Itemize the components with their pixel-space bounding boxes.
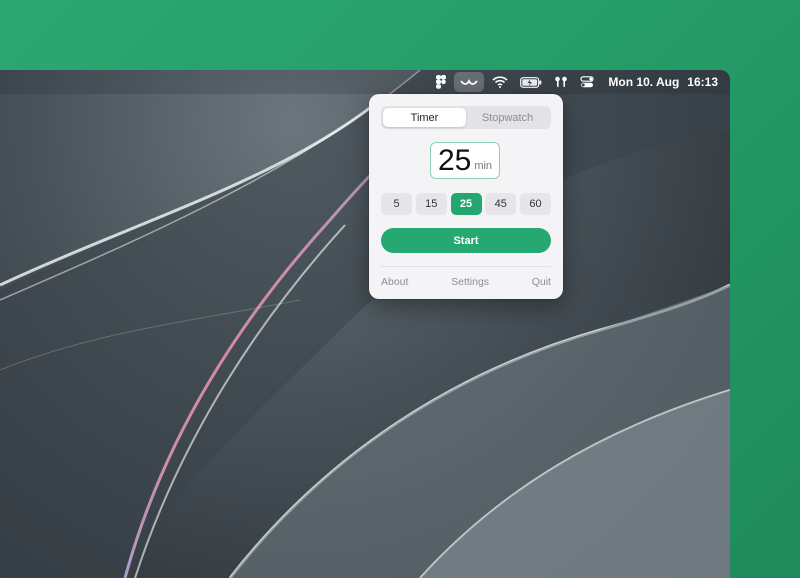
tomato-timer-icon[interactable] xyxy=(454,72,485,92)
mode-segmented-control: Timer Stopwatch xyxy=(381,106,551,129)
control-center-icon[interactable] xyxy=(580,72,595,92)
preset-buttons: 5 15 25 45 60 xyxy=(381,193,551,215)
preset-60-button[interactable]: 60 xyxy=(520,193,551,215)
start-button[interactable]: Start xyxy=(381,228,551,253)
preset-5-button[interactable]: 5 xyxy=(381,193,412,215)
wifi-icon[interactable] xyxy=(492,72,508,92)
desktop: Mon 10. Aug 16:13 xyxy=(0,70,730,578)
timer-popover: Timer Stopwatch 25 min 5 15 25 45 60 Sta… xyxy=(369,94,563,299)
figma-icon[interactable] xyxy=(436,72,447,92)
about-link[interactable]: About xyxy=(381,276,408,288)
preset-45-button[interactable]: 45 xyxy=(485,193,517,215)
duration-unit: min xyxy=(474,159,493,172)
menu-bar: Mon 10. Aug 16:13 xyxy=(0,70,730,94)
duration-value: 25 xyxy=(437,143,472,177)
tab-stopwatch[interactable]: Stopwatch xyxy=(466,108,549,127)
tab-timer[interactable]: Timer xyxy=(383,108,466,127)
battery-charging-icon[interactable] xyxy=(520,72,542,92)
menu-bar-clock[interactable]: Mon 10. Aug 16:13 xyxy=(608,75,718,89)
quit-link[interactable]: Quit xyxy=(532,276,551,288)
menu-bar-date: Mon 10. Aug xyxy=(608,75,680,89)
duration-input[interactable]: 25 min xyxy=(430,142,500,179)
preset-25-button[interactable]: 25 xyxy=(450,193,482,215)
preset-15-button[interactable]: 15 xyxy=(415,193,447,215)
divider xyxy=(381,266,551,267)
wallpaper xyxy=(0,70,730,578)
settings-link[interactable]: Settings xyxy=(451,276,489,288)
airpods-icon[interactable] xyxy=(554,72,568,92)
popover-footer: About Settings Quit xyxy=(381,276,551,288)
menu-bar-time: 16:13 xyxy=(687,75,718,89)
